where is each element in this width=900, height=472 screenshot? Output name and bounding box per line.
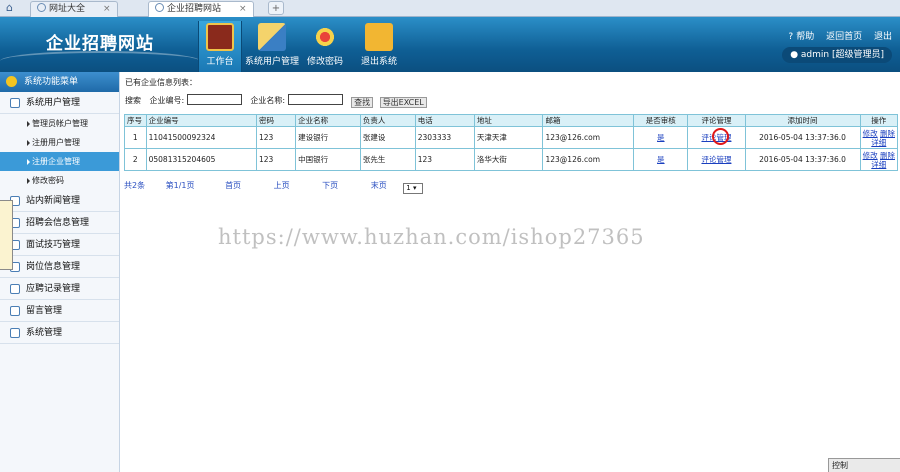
site-title: 企业招聘网站 — [46, 34, 154, 54]
company-name-input[interactable] — [287, 94, 343, 105]
home-icon[interactable]: ⌂ — [6, 2, 18, 14]
help-icon[interactable]: ? — [788, 32, 793, 42]
sidebar-group-system-users[interactable]: 系统用户管理 — [0, 92, 119, 114]
record-icon — [10, 284, 20, 294]
sidebar-item-registered-companies[interactable]: 注册企业管理 — [0, 152, 119, 171]
globe-icon — [37, 3, 46, 12]
page-select[interactable]: 1 ▾ — [403, 183, 424, 194]
comment-management-link[interactable]: 评论管理 — [701, 155, 731, 164]
header-links: ? 帮助 返回首页 退出 — [779, 29, 892, 42]
first-page-link[interactable]: 首页 — [225, 180, 241, 191]
sidebar-group-applications[interactable]: 应聘记录管理 — [0, 278, 119, 300]
company-table: 序号 企业编号 密码 企业名称 负责人 电话 地址 邮箱 是否审核 评论管理 添… — [124, 114, 899, 171]
sidebar-group-interview-tips[interactable]: 面试技巧管理 — [0, 234, 119, 256]
edit-link[interactable]: 修改 — [863, 151, 878, 160]
tab-recruitment-site[interactable]: 企业招聘网站 × — [148, 1, 254, 17]
pagination: 共2条 第1/1页 首页 上页 下页 末页 1 ▾ — [124, 180, 424, 194]
sidebar-group-job-fair[interactable]: 招聘会信息管理 — [0, 212, 119, 234]
total-count: 共2条 — [124, 181, 146, 190]
close-icon[interactable]: × — [239, 4, 247, 14]
audit-status-link[interactable]: 是 — [657, 155, 665, 164]
sidebar-group-messages[interactable]: 留言管理 — [0, 300, 119, 322]
sidebar-group-system[interactable]: 系统管理 — [0, 322, 119, 344]
user-badge: ● admin [超级管理员] — [782, 47, 892, 63]
main-content: 已有企业信息列表： 搜索 企业编号: 企业名称: 查找 导出EXCEL 序号 企… — [120, 72, 900, 472]
settings-icon — [10, 328, 20, 338]
logout-link[interactable]: 退出 — [874, 32, 892, 42]
nav-exit-system[interactable]: 退出系统 — [360, 21, 398, 72]
ruler-pencil-icon — [258, 23, 286, 51]
list-title: 已有企业信息列表： — [125, 78, 197, 87]
app-header: 企业招聘网站 工作台 系统用户管理 修改密码 退出系统 ? 帮助 返回首页 退出 … — [0, 17, 900, 72]
delete-link[interactable]: 删除 — [880, 151, 895, 160]
watermark-text: https://www.huzhan.com/ishop27365 — [218, 225, 645, 249]
page-icon — [155, 3, 164, 12]
last-page-link[interactable]: 末页 — [371, 180, 387, 191]
folder-exit-icon — [365, 23, 393, 51]
browser-tab-bar: ⌂ 网址大全 × 企业招聘网站 × + — [0, 0, 900, 17]
audit-status-link[interactable]: 是 — [657, 133, 665, 142]
home-link[interactable]: 返回首页 — [826, 32, 862, 42]
export-excel-button[interactable]: 导出EXCEL — [379, 97, 427, 108]
sidebar-group-news[interactable]: 站内新闻管理 — [0, 190, 119, 212]
table-row: 2 05081315204605 123 中国银行 张先生 123 洛华大街 1… — [124, 148, 899, 171]
sidebar-item-registered-users[interactable]: 注册用户管理 — [0, 133, 119, 152]
table-row: 1 11041500092324 123 建设银行 张建设 2303333 天津… — [124, 126, 899, 149]
floating-note-panel — [0, 200, 13, 270]
users-icon — [10, 98, 20, 108]
close-icon[interactable]: × — [103, 4, 111, 14]
search-bar: 搜索 企业编号: 企业名称: 查找 导出EXCEL — [125, 94, 427, 108]
prev-page-link[interactable]: 上页 — [274, 180, 290, 191]
sidebar: 系统功能菜单 系统用户管理 管理员帐户管理 注册用户管理 注册企业管理 修改密码… — [0, 72, 120, 472]
sidebar-item-admin-accounts[interactable]: 管理员帐户管理 — [0, 114, 119, 133]
nav-workbench[interactable]: 工作台 — [198, 21, 242, 72]
search-button[interactable]: 查找 — [351, 97, 374, 108]
company-id-input[interactable] — [186, 94, 242, 105]
user-icon: ● — [790, 50, 801, 60]
delete-link[interactable]: 删除 — [880, 129, 895, 138]
detail-link[interactable]: 详细 — [871, 160, 886, 169]
nav-system-user-management[interactable]: 系统用户管理 — [244, 21, 300, 72]
sidebar-item-change-password[interactable]: 修改密码 — [0, 171, 119, 190]
compass-icon — [311, 23, 339, 51]
book-icon — [206, 23, 234, 51]
logo-swoosh — [0, 51, 200, 71]
edit-link[interactable]: 修改 — [863, 129, 878, 138]
sidebar-group-positions[interactable]: 岗位信息管理 — [0, 256, 119, 278]
new-tab-button[interactable]: + — [268, 1, 284, 15]
page-info: 第1/1页 — [165, 181, 195, 190]
corner-control-label[interactable]: 控制 — [828, 458, 900, 472]
detail-link[interactable]: 详细 — [871, 138, 886, 147]
sidebar-title[interactable]: 系统功能菜单 — [0, 72, 119, 92]
table-header-row: 序号 企业编号 密码 企业名称 负责人 电话 地址 邮箱 是否审核 评论管理 添… — [124, 114, 899, 127]
menu-icon — [6, 76, 17, 87]
edit-icon — [10, 306, 20, 316]
next-page-link[interactable]: 下页 — [322, 180, 338, 191]
help-link[interactable]: 帮助 — [796, 32, 814, 42]
cursor-highlight-circle — [712, 128, 729, 145]
tab-site-directory[interactable]: 网址大全 × — [30, 1, 118, 17]
nav-change-password[interactable]: 修改密码 — [304, 21, 346, 72]
